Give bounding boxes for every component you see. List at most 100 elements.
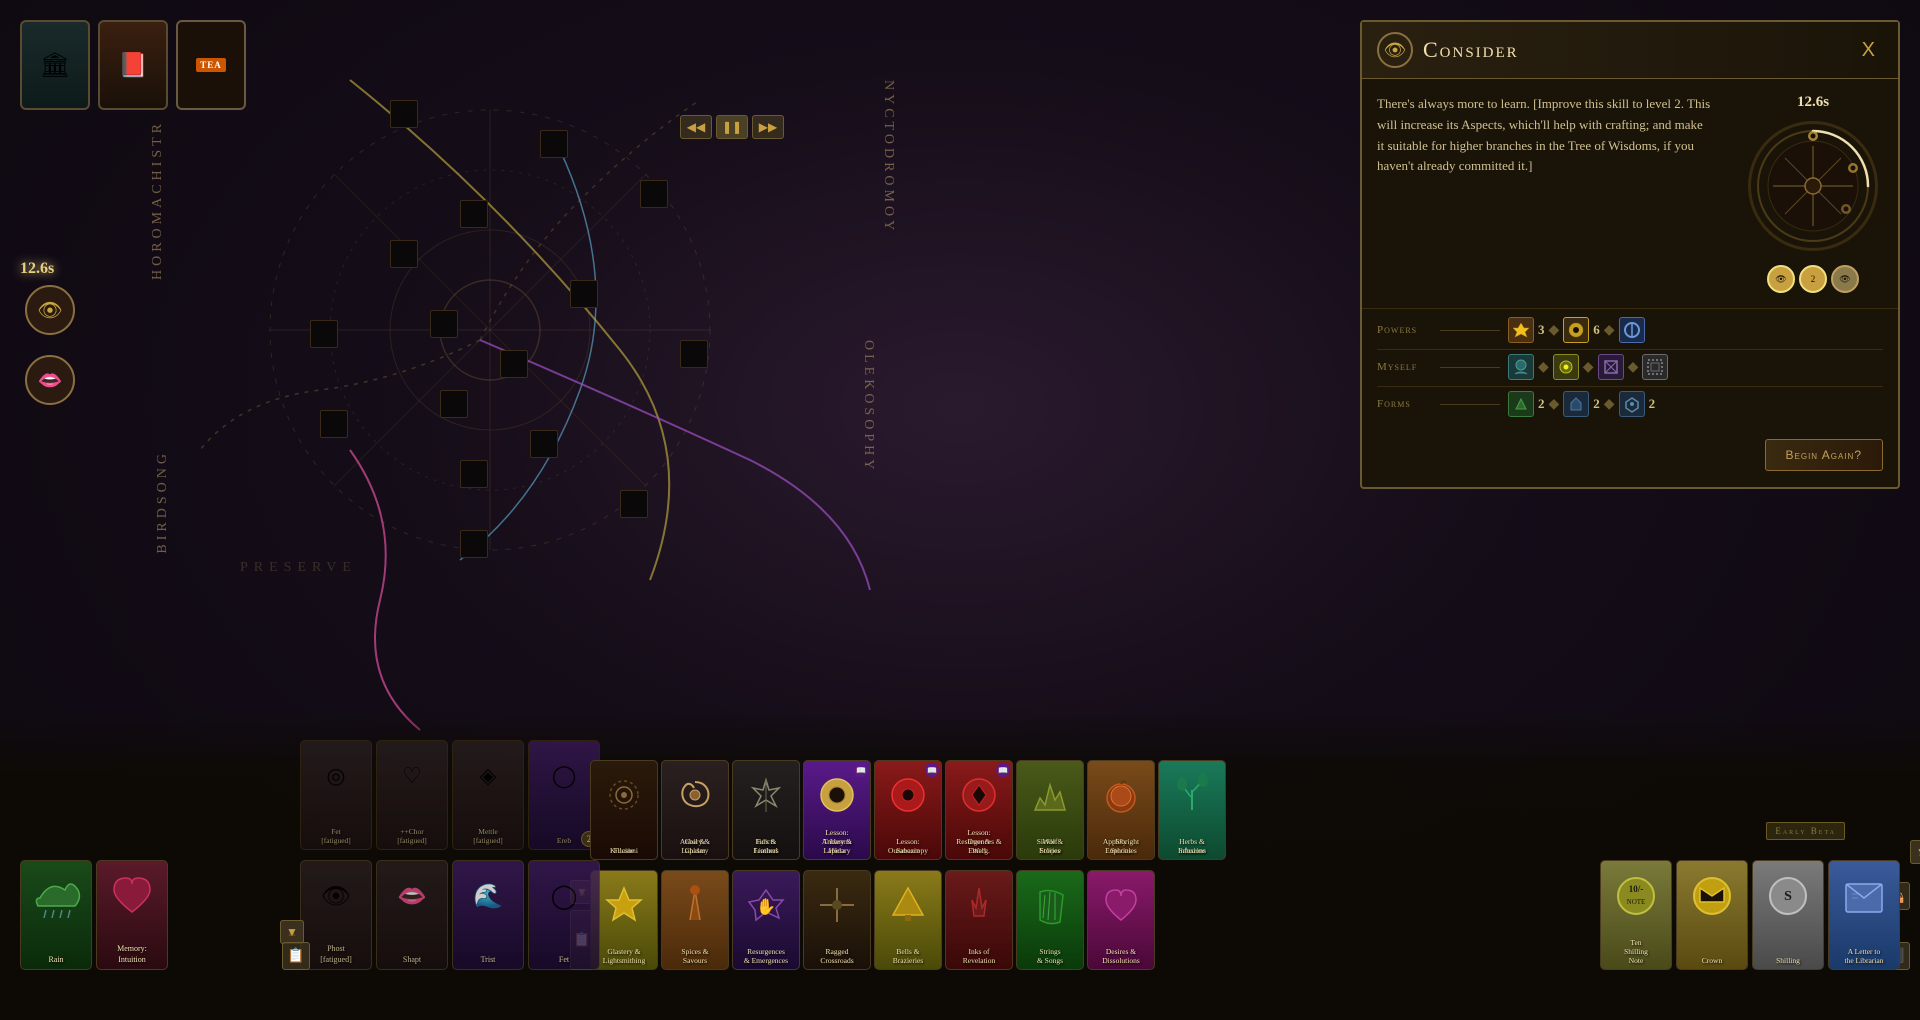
forms-row: Forms 2 ◆ 2 ◆ xyxy=(1377,391,1883,417)
eye-icon-left[interactable]: 👁 xyxy=(25,285,75,335)
forms-icons: 2 ◆ 2 ◆ 2 xyxy=(1508,391,1655,417)
top-left-cards: 🏛 📕 TEA xyxy=(20,20,246,110)
ten-shilling-art: 10/- NOTE xyxy=(1601,861,1671,931)
trist-card[interactable]: 🌊 Trist xyxy=(452,860,524,970)
pause-button[interactable]: ❚❚ xyxy=(716,115,748,139)
stat-dot-7: ◆ xyxy=(1604,396,1615,413)
lesson-sabazin-card[interactable]: Lesson:Sabazin 📖 xyxy=(874,760,942,860)
left-bottom-cards: Rain Memory:Intuition xyxy=(20,860,168,970)
memory-label: Memory:Intuition xyxy=(115,944,149,965)
stat-dot: ◆ xyxy=(1549,322,1560,339)
rewind-button[interactable]: ◀◀ xyxy=(680,115,712,139)
fet-fatigued-card[interactable]: ◎ Fet[fatigued] xyxy=(300,740,372,850)
close-button[interactable]: X xyxy=(1854,37,1883,64)
ragged-crossroads-card[interactable]: RaggedCrossroads xyxy=(803,870,871,970)
letter-label: A Letter tothe Librarian xyxy=(1843,947,1886,965)
top-card-item1[interactable]: 🏛 xyxy=(20,20,90,110)
applebright-label: ApplebrightEuphonies xyxy=(1101,837,1141,855)
lesson-resurg-badge: 📖 xyxy=(996,763,1010,777)
map-node[interactable] xyxy=(460,530,488,558)
power-value-2: 6 xyxy=(1593,322,1600,338)
lesson-sabazin-label: Lesson:Sabazin xyxy=(894,837,922,855)
shilling-label: Shilling xyxy=(1774,956,1802,965)
map-node[interactable] xyxy=(310,320,338,348)
fet-card[interactable]: ◯ Fet xyxy=(528,860,600,970)
timer-circle xyxy=(1748,121,1878,251)
mettle-fatigued-card[interactable]: ◈ Mettle[fatigued] xyxy=(452,740,524,850)
ereb-art: ◯ xyxy=(529,741,599,811)
top-card-item2[interactable]: 📕 xyxy=(98,20,168,110)
top-card-tea[interactable]: TEA xyxy=(176,20,246,110)
fet-card-art: ◯ xyxy=(529,861,599,931)
forms-value-2: 2 xyxy=(1593,396,1600,412)
notebook-icon-left[interactable]: 📋 xyxy=(282,942,310,970)
card-row-bottom: Glastery &Lightsmithing Spices &Savours … xyxy=(590,870,1155,970)
map-node[interactable] xyxy=(440,390,468,418)
map-node[interactable] xyxy=(460,460,488,488)
chor-fatigued-card[interactable]: ♡ ++Chor[fatigued] xyxy=(376,740,448,850)
letter-librarian-card[interactable]: A Letter tothe Librarian xyxy=(1828,860,1900,970)
shapt-card[interactable]: 👄 Shapt xyxy=(376,860,448,970)
consider-stats: Powers 3 ◆ 6 ◆ xyxy=(1362,308,1898,431)
desires-card[interactable]: Desires &Dissolutions xyxy=(1087,870,1155,970)
herbs-label: Herbs &Infusions xyxy=(1176,837,1208,855)
map-node[interactable] xyxy=(530,430,558,458)
lesson-resurgences-card[interactable]: Lesson:Resurgences &Emerg. 📖 xyxy=(945,760,1013,860)
phost-art: 👁 xyxy=(301,861,371,931)
map-node[interactable] xyxy=(430,310,458,338)
strings-songs-card[interactable]: Strings& Songs xyxy=(1016,870,1084,970)
svg-text:10/-: 10/- xyxy=(1629,884,1644,894)
consider-button[interactable]: Begin Again? xyxy=(1765,439,1883,471)
lesson-anbary-lapidary-card[interactable]: Lesson:Anbary &Lapidary 📖 xyxy=(803,760,871,860)
map-node[interactable] xyxy=(570,280,598,308)
furs-label: Furs &Feathers xyxy=(751,837,780,855)
consider-header: 👁 Consider X xyxy=(1362,22,1898,79)
spices-card[interactable]: Spices &Savours xyxy=(661,870,729,970)
lesson-anbary-badge: 📖 xyxy=(854,763,868,777)
applebright-art xyxy=(1088,761,1154,830)
wolf-label: WolfStories xyxy=(1038,837,1063,855)
map-node[interactable] xyxy=(390,100,418,128)
map-node[interactable] xyxy=(460,200,488,228)
wolf-stories-card[interactable]: WolfStories xyxy=(1016,760,1084,860)
applebright-card[interactable]: ApplebrightEuphonies xyxy=(1087,760,1155,860)
memory-intuition-card[interactable]: Memory:Intuition xyxy=(96,860,168,970)
stat-dot-2: ◆ xyxy=(1604,322,1615,339)
desires-art xyxy=(1088,871,1154,940)
bells-brazieries-card[interactable]: Bells &Brazieries xyxy=(874,870,942,970)
map-node[interactable] xyxy=(640,180,668,208)
resurgences-card[interactable]: ✋ Resurgences& Emergences xyxy=(732,870,800,970)
right-tray-arrow-down[interactable]: ▼ xyxy=(1910,840,1920,864)
rain-card[interactable]: Rain xyxy=(20,860,92,970)
shilling-card[interactable]: S Shilling xyxy=(1752,860,1824,970)
coil-chasm-card[interactable]: Coil &Chasm xyxy=(661,760,729,860)
map-node[interactable] xyxy=(540,130,568,158)
inks-revelation-card[interactable]: Inks ofRevelation xyxy=(945,870,1013,970)
map-node[interactable] xyxy=(680,340,708,368)
mouth-icon-left[interactable]: 👄 xyxy=(25,355,75,405)
map-node[interactable] xyxy=(620,490,648,518)
map-node[interactable] xyxy=(320,410,348,438)
fet-card-label: Fet xyxy=(557,955,571,965)
trist-label: Trist xyxy=(479,955,498,965)
herbs-infusions-card[interactable]: Herbs &Infusions xyxy=(1158,760,1226,860)
ten-shilling-note-card[interactable]: 10/- NOTE TenShillingNote xyxy=(1600,860,1672,970)
crown-card[interactable]: Crown xyxy=(1676,860,1748,970)
strings-label: Strings& Songs xyxy=(1035,947,1065,965)
fucine-card[interactable]: Fucine xyxy=(590,760,658,860)
bells-art xyxy=(875,871,941,940)
glastery-card[interactable]: Glastery &Lightsmithing xyxy=(590,870,658,970)
map-node[interactable] xyxy=(500,350,528,378)
map-node[interactable] xyxy=(390,240,418,268)
spices-art xyxy=(662,871,728,940)
svg-text:✋: ✋ xyxy=(756,897,776,916)
forward-button[interactable]: ▶▶ xyxy=(752,115,784,139)
early-beta-label: Early Beta xyxy=(1766,822,1845,840)
map-label-nyctodromoy: NYCTODROMOY xyxy=(880,80,896,234)
map-label-preserve: PRESERVE xyxy=(240,560,357,576)
left-tray-arrow-down[interactable]: ▼ xyxy=(280,920,304,944)
letter-art xyxy=(1829,861,1899,931)
furs-feathers-card[interactable]: Furs &Feathers xyxy=(732,760,800,860)
forms-line xyxy=(1440,404,1500,405)
phost-card[interactable]: 👁 Phost[fatigued] xyxy=(300,860,372,970)
